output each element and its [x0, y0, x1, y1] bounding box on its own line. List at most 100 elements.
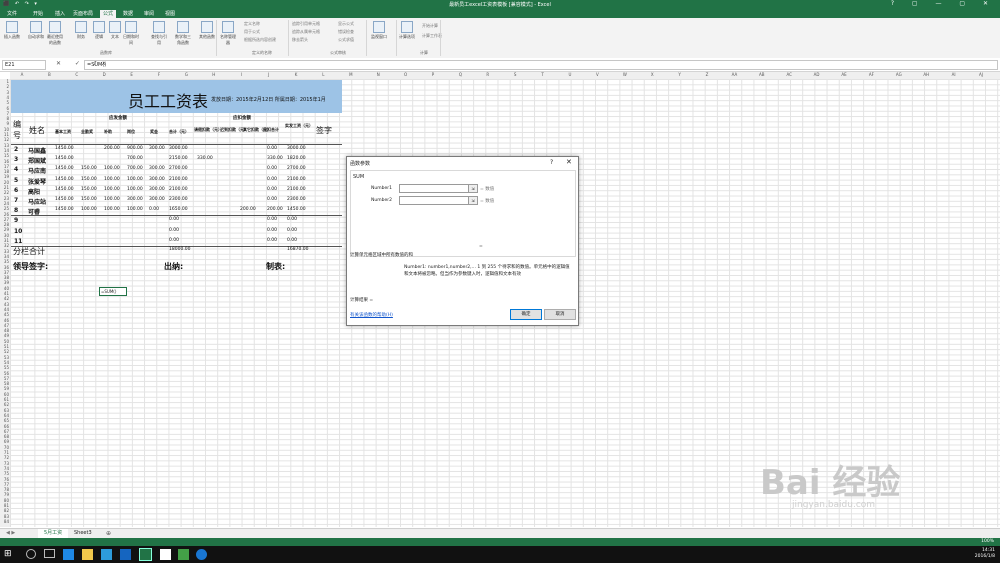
row-header-16[interactable]: 16: [0, 159, 9, 164]
start-icon[interactable]: ⊞: [4, 549, 15, 560]
table-cell-post[interactable]: 900.00: [127, 146, 143, 151]
column-header-G[interactable]: G: [180, 72, 192, 77]
row-header-40[interactable]: 40: [0, 286, 9, 291]
ribbon-small-button-5[interactable]: 移去箭头: [292, 37, 308, 43]
table-cell-dsum[interactable]: 0.00: [267, 166, 277, 171]
column-header-L[interactable]: L: [317, 72, 329, 77]
column-header-Y[interactable]: Y: [674, 72, 686, 77]
row-header-51[interactable]: 51: [0, 344, 9, 349]
ribbon-button-9[interactable]: 其他函数: [198, 21, 216, 40]
row-header-45[interactable]: 45: [0, 312, 9, 317]
ribbon-small-button-0[interactable]: 定义名称: [244, 21, 260, 27]
row-header-44[interactable]: 44: [0, 307, 9, 312]
row-header-66[interactable]: 66: [0, 424, 9, 429]
column-header-AD[interactable]: AD: [811, 72, 823, 77]
sheet-tab-sheet3[interactable]: Sheet3: [68, 529, 98, 538]
arg1-input[interactable]: [399, 184, 469, 193]
table-cell-sub[interactable]: 100.00: [104, 207, 120, 212]
table-cell-name[interactable]: 马应站: [28, 197, 46, 206]
ribbon-button-2[interactable]: 最近使用的函数: [46, 21, 64, 46]
column-header-B[interactable]: B: [43, 72, 55, 77]
row-header-18[interactable]: 18: [0, 169, 9, 174]
arg2-input[interactable]: [399, 196, 469, 205]
table-cell-dsum[interactable]: 0.00: [267, 238, 277, 243]
table-cell-total[interactable]: 2700.00: [169, 166, 188, 171]
table-cell-dsum[interactable]: 0.00: [267, 217, 277, 222]
row-header-48[interactable]: 48: [0, 328, 9, 333]
row-header-23[interactable]: 23: [0, 196, 9, 201]
table-cell-full[interactable]: 150.00: [81, 197, 97, 202]
column-header-K[interactable]: K: [290, 72, 302, 77]
table-cell-base[interactable]: 1450.00: [55, 156, 74, 161]
row-header-7[interactable]: 7: [0, 111, 9, 116]
table-cell-bonus[interactable]: 300.00: [149, 197, 165, 202]
ribbon-small-button-1[interactable]: 用于公式: [244, 29, 260, 35]
row-header-49[interactable]: 49: [0, 333, 9, 338]
row-header-38[interactable]: 38: [0, 275, 9, 280]
table-cell-net[interactable]: 0.00: [287, 228, 297, 233]
tab-1[interactable]: 开始: [30, 10, 46, 18]
row-header-35[interactable]: 35: [0, 259, 9, 264]
zoom-level[interactable]: 100%: [981, 539, 994, 544]
row-header-33[interactable]: 33: [0, 249, 9, 254]
table-cell-sub[interactable]: 200.00: [104, 146, 120, 151]
row-header-3[interactable]: 3: [0, 90, 9, 95]
column-header-U[interactable]: U: [564, 72, 576, 77]
column-header-O[interactable]: O: [400, 72, 412, 77]
row-header-24[interactable]: 24: [0, 201, 9, 206]
ribbon-small-button-4[interactable]: 追踪从属单元格: [292, 29, 320, 35]
row-header-55[interactable]: 55: [0, 365, 9, 370]
column-header-J[interactable]: J: [263, 72, 275, 77]
table-cell-total[interactable]: 3000.00: [169, 146, 188, 151]
table-cell-total[interactable]: 0.00: [169, 228, 179, 233]
table-cell-sub[interactable]: 100.00: [104, 166, 120, 171]
search-icon[interactable]: [26, 549, 36, 559]
name-box[interactable]: E21: [2, 60, 46, 70]
ribbon-small-button-7[interactable]: 错误检查: [338, 29, 354, 35]
table-cell-net[interactable]: 3000.00: [287, 146, 306, 151]
row-header-21[interactable]: 21: [0, 185, 9, 190]
row-header-79[interactable]: 79: [0, 492, 9, 497]
ribbon-button-1[interactable]: 自动求和: [27, 21, 45, 40]
help-icon[interactable]: [196, 549, 207, 560]
row-header-1[interactable]: 1: [0, 79, 9, 84]
row-header-46[interactable]: 46: [0, 318, 9, 323]
table-cell-bonus[interactable]: 0.00: [149, 207, 159, 212]
column-header-AI[interactable]: AI: [948, 72, 960, 77]
ribbon-button-10[interactable]: 名称管理器: [219, 21, 237, 46]
row-header-12[interactable]: 12: [0, 137, 9, 142]
tab-5[interactable]: 数据: [120, 10, 136, 18]
range-select-icon[interactable]: ⇲: [468, 184, 478, 193]
row-header-57[interactable]: 57: [0, 376, 9, 381]
column-header-W[interactable]: W: [619, 72, 631, 77]
table-cell-leave[interactable]: 330.00: [197, 156, 213, 161]
table-cell-id[interactable]: 3: [14, 156, 18, 163]
table-cell-dsum[interactable]: 0.00: [267, 197, 277, 202]
row-header-64[interactable]: 64: [0, 413, 9, 418]
column-header-Q[interactable]: Q: [454, 72, 466, 77]
row-header-39[interactable]: 39: [0, 280, 9, 285]
ribbon-small-button-10[interactable]: 计算工作表: [422, 33, 442, 39]
column-header-D[interactable]: D: [98, 72, 110, 77]
ribbon-small-button-2[interactable]: 根据所选内容创建: [244, 37, 276, 43]
row-header-5[interactable]: 5: [0, 100, 9, 105]
column-header-AF[interactable]: AF: [865, 72, 877, 77]
formula-input[interactable]: =SUM(): [84, 60, 998, 70]
table-cell-id[interactable]: 5: [14, 177, 18, 184]
row-header-77[interactable]: 77: [0, 482, 9, 487]
column-header-N[interactable]: N: [372, 72, 384, 77]
table-cell-total[interactable]: 2100.00: [169, 187, 188, 192]
column-header-X[interactable]: X: [646, 72, 658, 77]
subtotal-net[interactable]: 16870.00: [287, 247, 308, 252]
table-cell-id[interactable]: 7: [14, 197, 18, 204]
row-header-2[interactable]: 2: [0, 84, 9, 89]
active-cell-editor[interactable]: =SUM(): [99, 287, 127, 296]
table-cell-base[interactable]: 1450.00: [55, 177, 74, 182]
close-icon[interactable]: ✕: [566, 158, 572, 166]
system-clock[interactable]: 14:31 2016/1/8: [975, 548, 995, 560]
row-header-34[interactable]: 34: [0, 254, 9, 259]
table-cell-base[interactable]: 1450.00: [55, 197, 74, 202]
tab-3[interactable]: 页面布局: [70, 10, 96, 18]
column-header-I[interactable]: I: [235, 72, 247, 77]
app-icon[interactable]: [178, 549, 189, 560]
